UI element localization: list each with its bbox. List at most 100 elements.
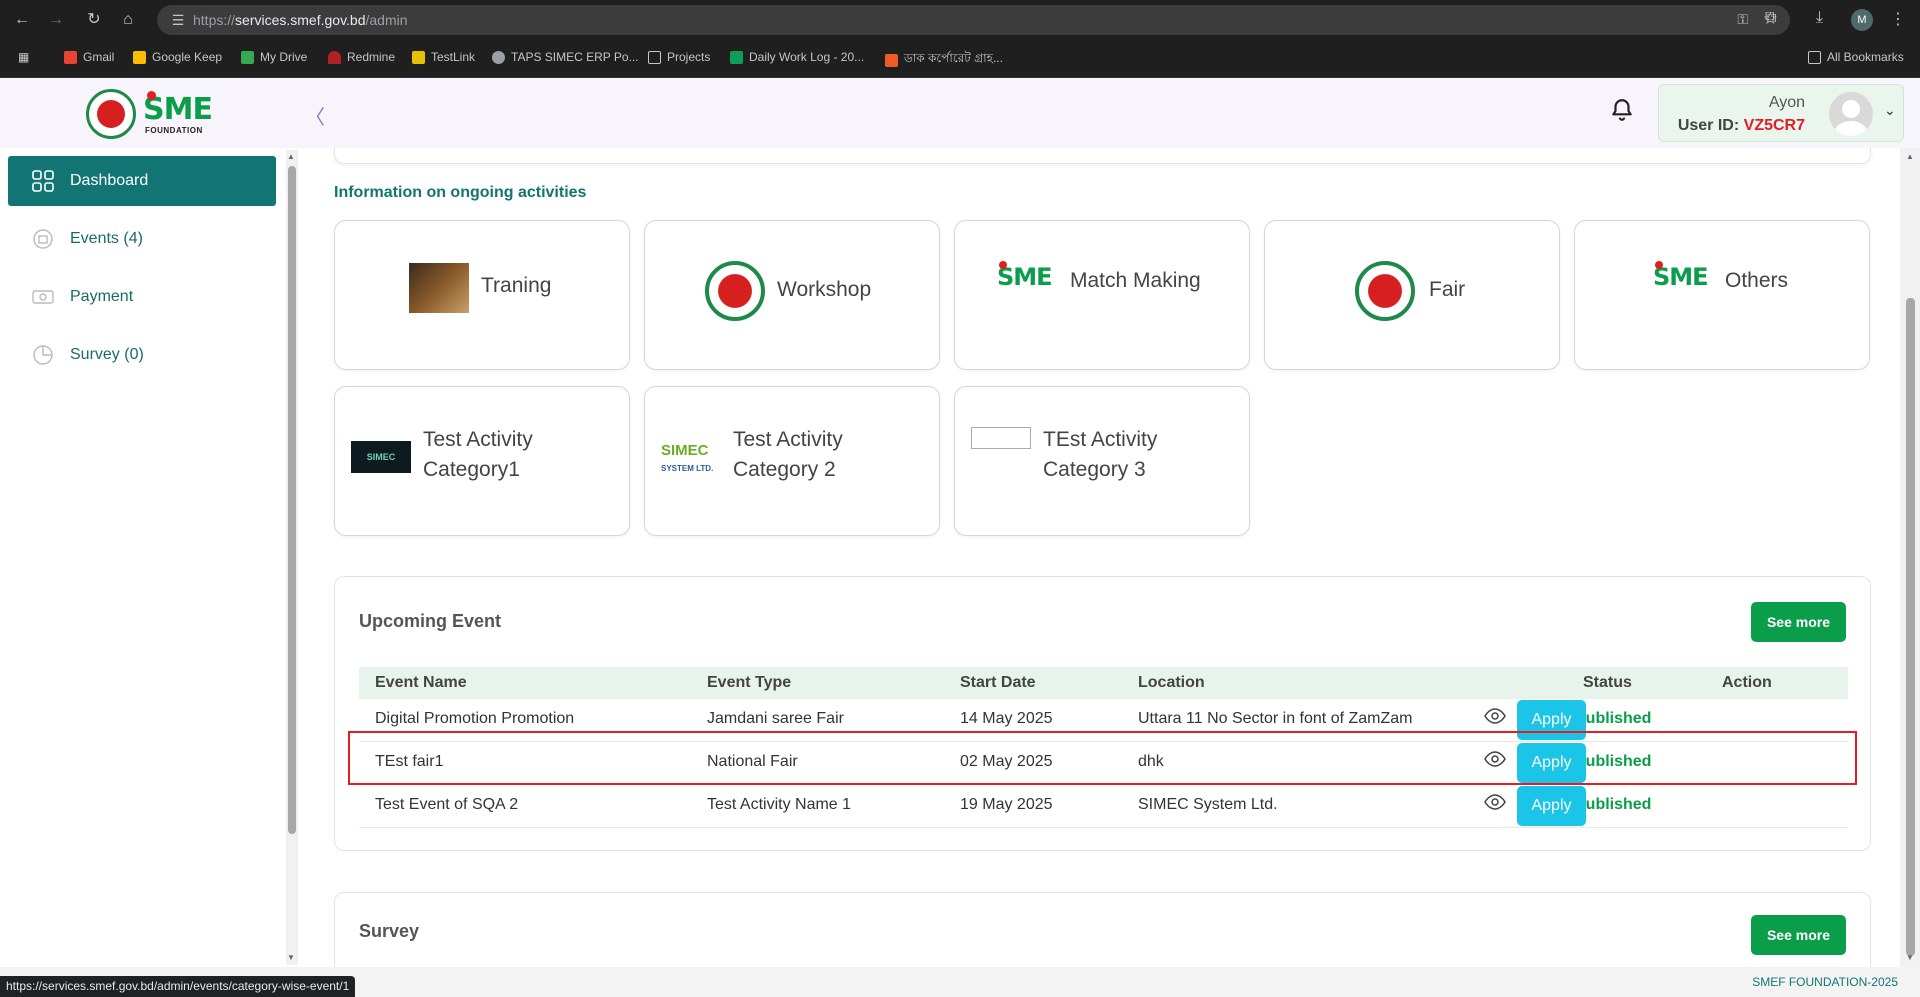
activity-card-test-3[interactable]: TEst Activity Category 3 [954,386,1250,536]
view-eye-icon[interactable] [1484,794,1506,810]
sidebar-item-survey[interactable]: Survey (0) [8,330,276,380]
apply-button[interactable]: Apply [1517,786,1586,826]
sme-foundation-logo[interactable]: SME FOUNDATION [143,91,215,137]
row-highlight-box [348,731,1857,785]
testlink-icon [412,50,425,64]
scroll-up-icon[interactable]: ▲ [1906,152,1914,161]
status-badge: Published [1575,710,1652,727]
profile-avatar[interactable]: M [1851,9,1873,31]
sidebar-item-events[interactable]: Events (4) [8,214,276,264]
bookmark-my-drive[interactable]: My Drive [241,50,307,64]
notification-bell-icon[interactable] [1609,97,1635,123]
column-header: Event Name [375,674,467,691]
sheets-icon [730,50,743,64]
sidebar-item-payment[interactable]: Payment [8,272,276,322]
sidebar-item-label: Events (4) [70,230,143,247]
view-eye-icon[interactable] [1484,708,1506,724]
column-header: Status [1583,674,1632,691]
avatar[interactable] [1829,92,1873,136]
forward-icon[interactable]: → [46,10,66,30]
sidebar-collapse-icon[interactable]: 〈 [305,101,325,130]
bookmarks-bar: ▦ Gmail Google Keep My Drive Redmine Tes… [0,39,1920,78]
main-content: Information on ongoing activities Tranin… [310,148,1900,967]
pie-chart-icon [33,345,53,365]
extensions-icon[interactable]: ⧉ [1765,9,1776,27]
see-more-button[interactable]: See more [1751,602,1846,642]
bookmark-testlink[interactable]: TestLink [412,50,475,64]
sme-logo: SME [1653,261,1709,299]
user-menu[interactable]: Ayon User ID: VZ5CR7 ⌄ [1658,84,1904,142]
broken-image-icon [971,427,1031,449]
all-bookmarks[interactable]: All Bookmarks [1808,50,1904,64]
bookmark-gmail[interactable]: Gmail [64,50,114,64]
table-header: Event Name Event Type Start Date Locatio… [359,667,1848,699]
activity-label: Traning [481,274,552,297]
logo-subtitle: FOUNDATION [145,126,203,135]
government-seal-logo [1355,261,1415,321]
activity-card-training[interactable]: Traning [334,220,630,370]
user-id: User ID: VZ5CR7 [1677,117,1805,134]
password-key-icon[interactable]: ⚿ [1737,11,1748,28]
activity-card-test-2[interactable]: SIMEC SYSTEM LTD. Test Activity Category … [644,386,940,536]
column-header: Location [1138,674,1205,691]
menu-kebab-icon[interactable]: ⋮ [1890,9,1906,29]
download-icon[interactable]: ⤓ [1816,9,1823,27]
activity-card-match-making[interactable]: SME Match Making [954,220,1250,370]
activity-card-others[interactable]: SME Others [1574,220,1870,370]
sidebar: Dashboard Events (4) Payment Survey (0) [0,148,280,967]
reload-icon[interactable]: ↻ [84,10,104,30]
activity-label: Match Making [1070,269,1201,292]
event-date: 19 May 2025 [960,796,1053,813]
folder-icon [1808,50,1821,64]
scroll-up-icon[interactable]: ▲ [287,152,295,161]
home-icon[interactable]: ⌂ [118,10,138,30]
column-header: Action [1722,674,1772,691]
copyright-text: SMEF FOUNDATION-2025 [1752,975,1898,989]
activity-label: Workshop [777,278,872,301]
event-location: Uttara 11 No Sector in font of ZamZam [1138,710,1413,727]
bookmark-daily-work-log[interactable]: Daily Work Log - 20... [730,50,864,64]
page-scrollbar-thumb[interactable] [1906,298,1915,956]
gmail-icon [64,50,77,64]
dak-icon [885,53,898,67]
folder-icon [648,50,661,64]
bookmark-taps[interactable]: TAPS SIMEC ERP Po... [492,50,639,64]
apps-grid-icon[interactable]: ▦ [18,50,29,64]
logo-dot [147,91,156,100]
activity-label: Others [1725,269,1789,292]
status-badge: Published [1575,796,1652,813]
sidebar-scrollbar-thumb[interactable] [288,166,296,834]
bookmark-projects[interactable]: Projects [648,50,710,64]
chevron-down-icon[interactable]: ⌄ [1884,102,1896,119]
simec-sublabel: SYSTEM LTD. [661,464,714,473]
sidebar-item-dashboard[interactable]: Dashboard [8,156,276,206]
drive-icon [241,50,254,64]
bookmark-redmine[interactable]: Redmine [328,50,395,64]
activity-card-test-1[interactable]: SIMEC Test Activity Category1 [334,386,630,536]
scroll-down-icon[interactable]: ▼ [287,953,295,962]
activity-card-fair[interactable]: Fair [1264,220,1560,370]
card-title: Upcoming Event [359,611,502,631]
payment-icon [32,290,54,304]
browser-toolbar: ← → ↻ ⌂ ☰ https://services.smef.gov.bd/a… [0,0,1920,39]
address-bar[interactable]: ☰ https://services.smef.gov.bd/admin ⚿ ☆ [157,5,1790,35]
column-header: Event Type [707,674,792,691]
back-icon[interactable]: ← [12,10,32,30]
event-type: Jamdani saree Fair [707,710,844,727]
activity-card-workshop[interactable]: Workshop [644,220,940,370]
bookmark-dak[interactable]: ডাক কর্পোরেট গ্রাহ... [885,50,1003,70]
event-date: 14 May 2025 [960,710,1053,727]
site-info-icon[interactable]: ☰ [169,11,187,29]
upcoming-events-card: Upcoming Event See more Event Name Event… [334,576,1871,851]
sme-logo-dot [999,261,1007,269]
sidebar-item-label: Payment [70,288,134,305]
url-text[interactable]: https://services.smef.gov.bd/admin [193,12,408,28]
column-header: Start Date [960,674,1036,691]
scroll-down-icon[interactable]: ▼ [1906,953,1914,962]
see-more-button[interactable]: See more [1751,915,1846,955]
card-title: Survey [359,921,420,941]
activity-label: Fair [1429,278,1466,301]
dashboard-grid-icon [32,170,54,192]
redmine-icon [328,50,341,64]
bookmark-google-keep[interactable]: Google Keep [133,50,222,64]
